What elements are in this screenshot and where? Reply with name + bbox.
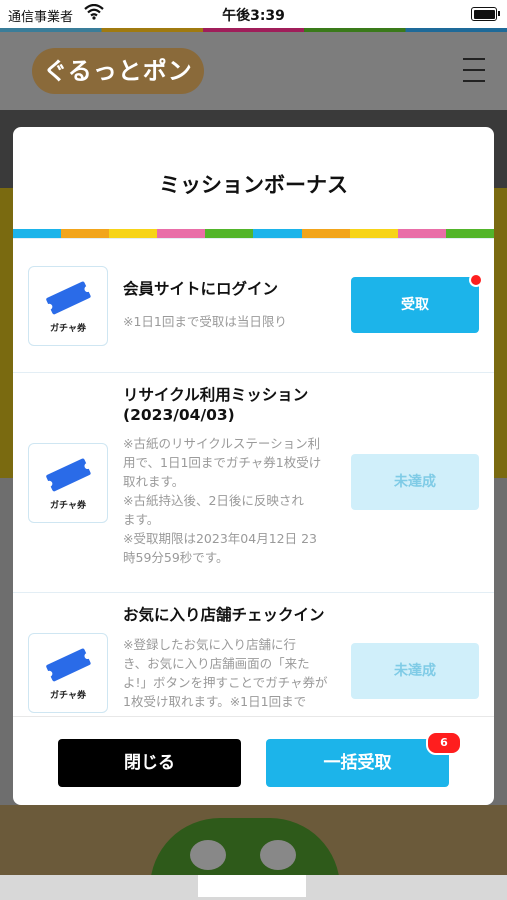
stripe-segment bbox=[301, 229, 350, 238]
description-line: ます。 bbox=[123, 512, 160, 527]
app-logo: ぐるっとポン bbox=[32, 48, 204, 94]
status-bar: 通信事業者 午後3:39 bbox=[0, 0, 507, 28]
stripe-segment bbox=[13, 229, 62, 238]
clock: 午後3:39 bbox=[222, 8, 285, 24]
mission-item: ガチャ券 お気に入り店舗チェックイン ※登録したお気に入り店舗に行 き、お気に入… bbox=[13, 592, 494, 716]
description-line: 用で、1日1回までガチャ券1枚受け bbox=[123, 455, 322, 470]
ticket-label: ガチャ券 bbox=[50, 324, 86, 334]
mission-title: リサイクル利用ミッション (2023/04/03) bbox=[123, 385, 308, 425]
description-line: よ!」ボタンを押すことでガチャ券が bbox=[123, 675, 328, 690]
stripe-segment bbox=[61, 229, 110, 238]
incomplete-button[interactable]: 未達成 bbox=[351, 643, 479, 699]
mission-bonus-modal: ミッションボーナス ガチャ券 会員サイトにログイン ※1日1回まで受取は当日限り… bbox=[13, 127, 494, 805]
gacha-ticket-card: ガチャ券 bbox=[28, 443, 108, 523]
gacha-ticket-card: ガチャ券 bbox=[28, 633, 108, 713]
notification-dot bbox=[469, 273, 483, 287]
mission-item: ガチャ券 会員サイトにログイン ※1日1回まで受取は当日限り 受取 bbox=[13, 238, 494, 373]
description-line: き、お気に入り店舗画面の「来た bbox=[123, 656, 310, 671]
gacha-ticket-icon bbox=[46, 458, 91, 492]
mission-title-date: (2023/04/03) bbox=[123, 406, 235, 424]
mission-title: お気に入り店舗チェックイン bbox=[123, 606, 325, 624]
receive-button-label: 受取 bbox=[401, 297, 429, 313]
receive-button[interactable]: 受取 bbox=[351, 273, 483, 333]
incomplete-button[interactable]: 未達成 bbox=[351, 454, 479, 510]
description-line: 1枚受け取れます。※1日1回まで bbox=[123, 694, 307, 709]
ticket-label: ガチャ券 bbox=[50, 691, 86, 701]
description-line: ※受取期限は2023年04月12日 23 bbox=[123, 531, 317, 546]
gacha-ticket-card: ガチャ券 bbox=[28, 266, 108, 346]
description-line: ※古紙のリサイクルステーション利 bbox=[123, 436, 321, 451]
mission-title-line: リサイクル利用ミッション bbox=[123, 386, 309, 404]
description-line: ※登録したお気に入り店舗に行 bbox=[123, 637, 296, 652]
stripe-segment bbox=[253, 229, 302, 238]
description-line: 時59分59秒です。 bbox=[123, 550, 229, 565]
stripe-segment bbox=[397, 229, 446, 238]
mission-list[interactable]: ガチャ券 会員サイトにログイン ※1日1回まで受取は当日限り 受取 ガチャ券 リ… bbox=[13, 238, 494, 716]
gacha-ticket-icon bbox=[46, 281, 91, 315]
stripe-segment bbox=[205, 229, 254, 238]
stripe-segment bbox=[445, 229, 494, 238]
mission-description: ※登録したお気に入り店舗に行 き、お気に入り店舗画面の「来た よ!」ボタンを押す… bbox=[123, 635, 338, 711]
ticket-label: ガチャ券 bbox=[50, 501, 86, 511]
gacha-ticket-icon bbox=[46, 648, 91, 682]
bottom-bar bbox=[0, 875, 507, 900]
mission-title: 会員サイトにログイン bbox=[123, 280, 279, 298]
hamburger-menu-icon[interactable] bbox=[463, 58, 485, 82]
claim-all-button[interactable]: 一括受取 bbox=[266, 739, 449, 787]
close-button[interactable]: 閉じる bbox=[58, 739, 241, 787]
mission-item: ガチャ券 リサイクル利用ミッション (2023/04/03) ※古紙のリサイクル… bbox=[13, 372, 494, 593]
mission-description: ※古紙のリサイクルステーション利 用で、1日1回までガチャ券1枚受け 取れます。… bbox=[123, 434, 338, 567]
battery-icon bbox=[471, 7, 500, 21]
header-color-stripe bbox=[0, 28, 507, 32]
description-line: 取れます。 bbox=[123, 474, 185, 489]
description-line: ※古紙持込後、2日後に反映され bbox=[123, 493, 304, 508]
stripe-segment bbox=[157, 229, 206, 238]
modal-title: ミッションボーナス bbox=[159, 173, 348, 197]
stripe-segment bbox=[349, 229, 398, 238]
mission-description: ※1日1回まで受取は当日限り bbox=[123, 314, 287, 329]
stripe-segment bbox=[109, 229, 158, 238]
claim-count-badge: 6 bbox=[426, 731, 462, 755]
color-stripe bbox=[13, 229, 494, 238]
modal-footer: 閉じる 一括受取 6 bbox=[13, 716, 494, 805]
